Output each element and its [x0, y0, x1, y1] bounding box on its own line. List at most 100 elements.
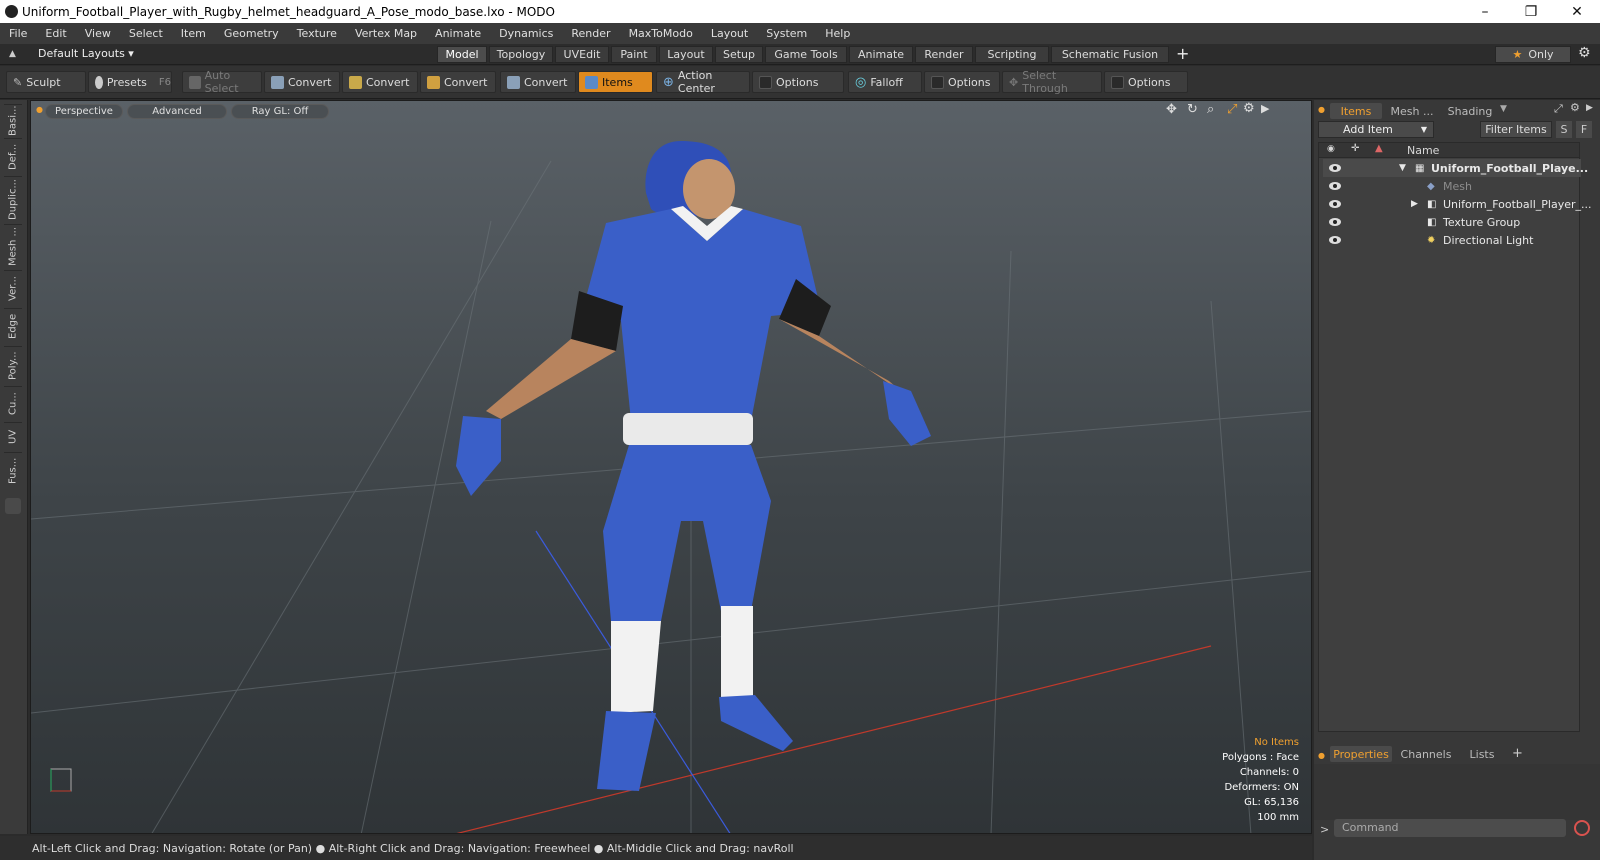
- menu-maxtomodo[interactable]: MaxToModo: [620, 27, 702, 40]
- convert-edges-button[interactable]: Convert: [342, 71, 418, 93]
- tab-animate[interactable]: Animate: [849, 46, 913, 63]
- presets-button[interactable]: Presets F6: [88, 71, 172, 93]
- select-through-button[interactable]: ✥ Select Through: [1002, 69, 1102, 95]
- visibility-eye-icon[interactable]: [1329, 164, 1341, 172]
- tab-basic[interactable]: Basi...: [4, 104, 22, 136]
- tab-deform[interactable]: Def...: [4, 138, 22, 174]
- tab-shading[interactable]: Shading: [1444, 103, 1496, 119]
- menu-view[interactable]: View: [76, 27, 120, 40]
- menu-render[interactable]: Render: [562, 27, 619, 40]
- tab-properties[interactable]: Properties: [1330, 746, 1392, 762]
- panel-expand-icon[interactable]: ⤢: [1554, 102, 1563, 116]
- gear-icon[interactable]: ⚙: [1578, 45, 1591, 61]
- tab-model[interactable]: Model: [437, 46, 487, 63]
- f-button[interactable]: F: [1576, 121, 1592, 138]
- menu-animate[interactable]: Animate: [426, 27, 490, 40]
- name-column-header[interactable]: Name: [1407, 144, 1439, 157]
- visibility-eye-icon[interactable]: [1329, 218, 1341, 226]
- expand-arrow-icon[interactable]: ▼: [1399, 163, 1406, 173]
- convert-vertices-button[interactable]: Convert: [264, 71, 340, 93]
- only-toggle[interactable]: ★ Only: [1495, 46, 1571, 63]
- 3d-viewport[interactable]: ● Perspective Advanced Ray GL: Off ✥ ↻ ⌕…: [30, 100, 1312, 834]
- tab-curve[interactable]: Cu...: [4, 386, 22, 420]
- tab-vertex[interactable]: Ver...: [4, 270, 22, 306]
- menu-geometry[interactable]: Geometry: [215, 27, 288, 40]
- menu-edit[interactable]: Edit: [36, 27, 75, 40]
- list-item[interactable]: ◧ Texture Group: [1323, 213, 1581, 231]
- expand-arrow-icon[interactable]: ▶: [1411, 199, 1418, 209]
- tab-topology[interactable]: Topology: [489, 46, 553, 63]
- football-player-model[interactable]: [456, 141, 931, 791]
- convert-polygons-button[interactable]: Convert: [420, 71, 496, 93]
- panel-gear-icon[interactable]: ⚙: [1570, 101, 1580, 114]
- raygl-toggle[interactable]: Ray GL: Off: [231, 104, 329, 119]
- tab-setup[interactable]: Setup: [715, 46, 763, 63]
- viewport-settings-icon[interactable]: ⚙: [1243, 101, 1255, 116]
- tab-duplicate[interactable]: Duplic...: [4, 176, 22, 222]
- tab-lists[interactable]: Lists: [1460, 746, 1504, 762]
- tab-paint[interactable]: Paint: [611, 46, 657, 63]
- default-layouts-dropdown[interactable]: Default Layouts ▾: [38, 47, 134, 60]
- visibility-eye-icon[interactable]: [1329, 200, 1341, 208]
- command-input[interactable]: Command: [1334, 819, 1566, 837]
- record-icon[interactable]: [1574, 820, 1590, 836]
- tab-mesh[interactable]: Mesh ...: [1386, 103, 1438, 119]
- close-button[interactable]: ✕: [1554, 0, 1600, 23]
- tab-scripting[interactable]: Scripting: [975, 46, 1049, 63]
- tab-uvedit[interactable]: UVEdit: [555, 46, 609, 63]
- convert-items-button[interactable]: Convert: [500, 71, 576, 93]
- tab-fusion[interactable]: Fus...: [4, 452, 22, 488]
- list-item[interactable]: ◆ Mesh: [1323, 177, 1581, 195]
- collapse-icon[interactable]: ▲: [9, 49, 16, 59]
- menu-layout[interactable]: Layout: [702, 27, 757, 40]
- menu-texture[interactable]: Texture: [288, 27, 346, 40]
- menu-vertex-map[interactable]: Vertex Map: [346, 27, 426, 40]
- maximize-viewport-icon[interactable]: ⤢: [1227, 102, 1237, 117]
- advanced-dropdown[interactable]: Advanced: [127, 104, 227, 119]
- items-mode-button[interactable]: Items: [578, 71, 653, 93]
- menu-system[interactable]: System: [757, 27, 816, 40]
- tab-edge[interactable]: Edge: [4, 308, 22, 344]
- s-button[interactable]: S: [1556, 121, 1572, 138]
- maximize-button[interactable]: ❐: [1508, 0, 1554, 23]
- rotate-icon[interactable]: ↻: [1187, 102, 1198, 117]
- add-tab-button[interactable]: +: [1512, 746, 1523, 761]
- tab-channels[interactable]: Channels: [1396, 746, 1456, 762]
- tab-game-tools[interactable]: Game Tools: [765, 46, 847, 63]
- menu-help[interactable]: Help: [816, 27, 859, 40]
- panel-menu-icon[interactable]: ●: [1318, 105, 1325, 114]
- list-item[interactable]: ✹ Directional Light: [1323, 231, 1581, 249]
- tab-polygon[interactable]: Poly...: [4, 346, 22, 384]
- sculpt-button[interactable]: ✎ Sculpt: [6, 71, 86, 93]
- list-item[interactable]: ▼ ▦ Uniform_Football_Playe...: [1323, 159, 1588, 177]
- tab-dropdown-icon[interactable]: ▼: [1500, 104, 1507, 114]
- perspective-dropdown[interactable]: Perspective: [45, 104, 123, 119]
- pan-icon[interactable]: ✥: [1166, 102, 1177, 117]
- minimize-button[interactable]: –: [1462, 0, 1508, 23]
- falloff-options-button[interactable]: Options: [924, 71, 1000, 93]
- filter-items-button[interactable]: Filter Items: [1480, 121, 1552, 138]
- visibility-eye-icon[interactable]: [1329, 182, 1341, 190]
- visibility-eye-icon[interactable]: [1329, 236, 1341, 244]
- menu-file[interactable]: File: [0, 27, 36, 40]
- falloff-button[interactable]: ◎ Falloff: [848, 71, 922, 93]
- tab-items[interactable]: Items: [1330, 103, 1382, 119]
- list-item[interactable]: ▶ ◧ Uniform_Football_Player_...: [1323, 195, 1592, 213]
- tab-schematic-fusion[interactable]: Schematic Fusion: [1051, 46, 1169, 63]
- menu-select[interactable]: Select: [120, 27, 172, 40]
- add-item-button[interactable]: Add Item ▼: [1318, 121, 1434, 138]
- expand-arrow-icon[interactable]: ▶: [1261, 102, 1269, 115]
- panel-arrow-icon[interactable]: ▶: [1586, 103, 1593, 113]
- auto-select-button[interactable]: Auto Select: [182, 69, 262, 95]
- menu-item[interactable]: Item: [172, 27, 215, 40]
- tab-mesh-edit[interactable]: Mesh ...: [4, 224, 22, 268]
- tab-render[interactable]: Render: [915, 46, 973, 63]
- action-center-button[interactable]: ⊕ Action Center: [656, 69, 750, 95]
- expand-strip-button[interactable]: [5, 498, 21, 514]
- viewport-menu-icon[interactable]: ●: [36, 105, 43, 114]
- panel-menu-icon[interactable]: ●: [1318, 751, 1325, 760]
- add-tab-button[interactable]: +: [1176, 44, 1189, 63]
- menu-dynamics[interactable]: Dynamics: [490, 27, 562, 40]
- action-center-options-button[interactable]: Options: [752, 71, 844, 93]
- tab-uv[interactable]: UV: [4, 422, 22, 450]
